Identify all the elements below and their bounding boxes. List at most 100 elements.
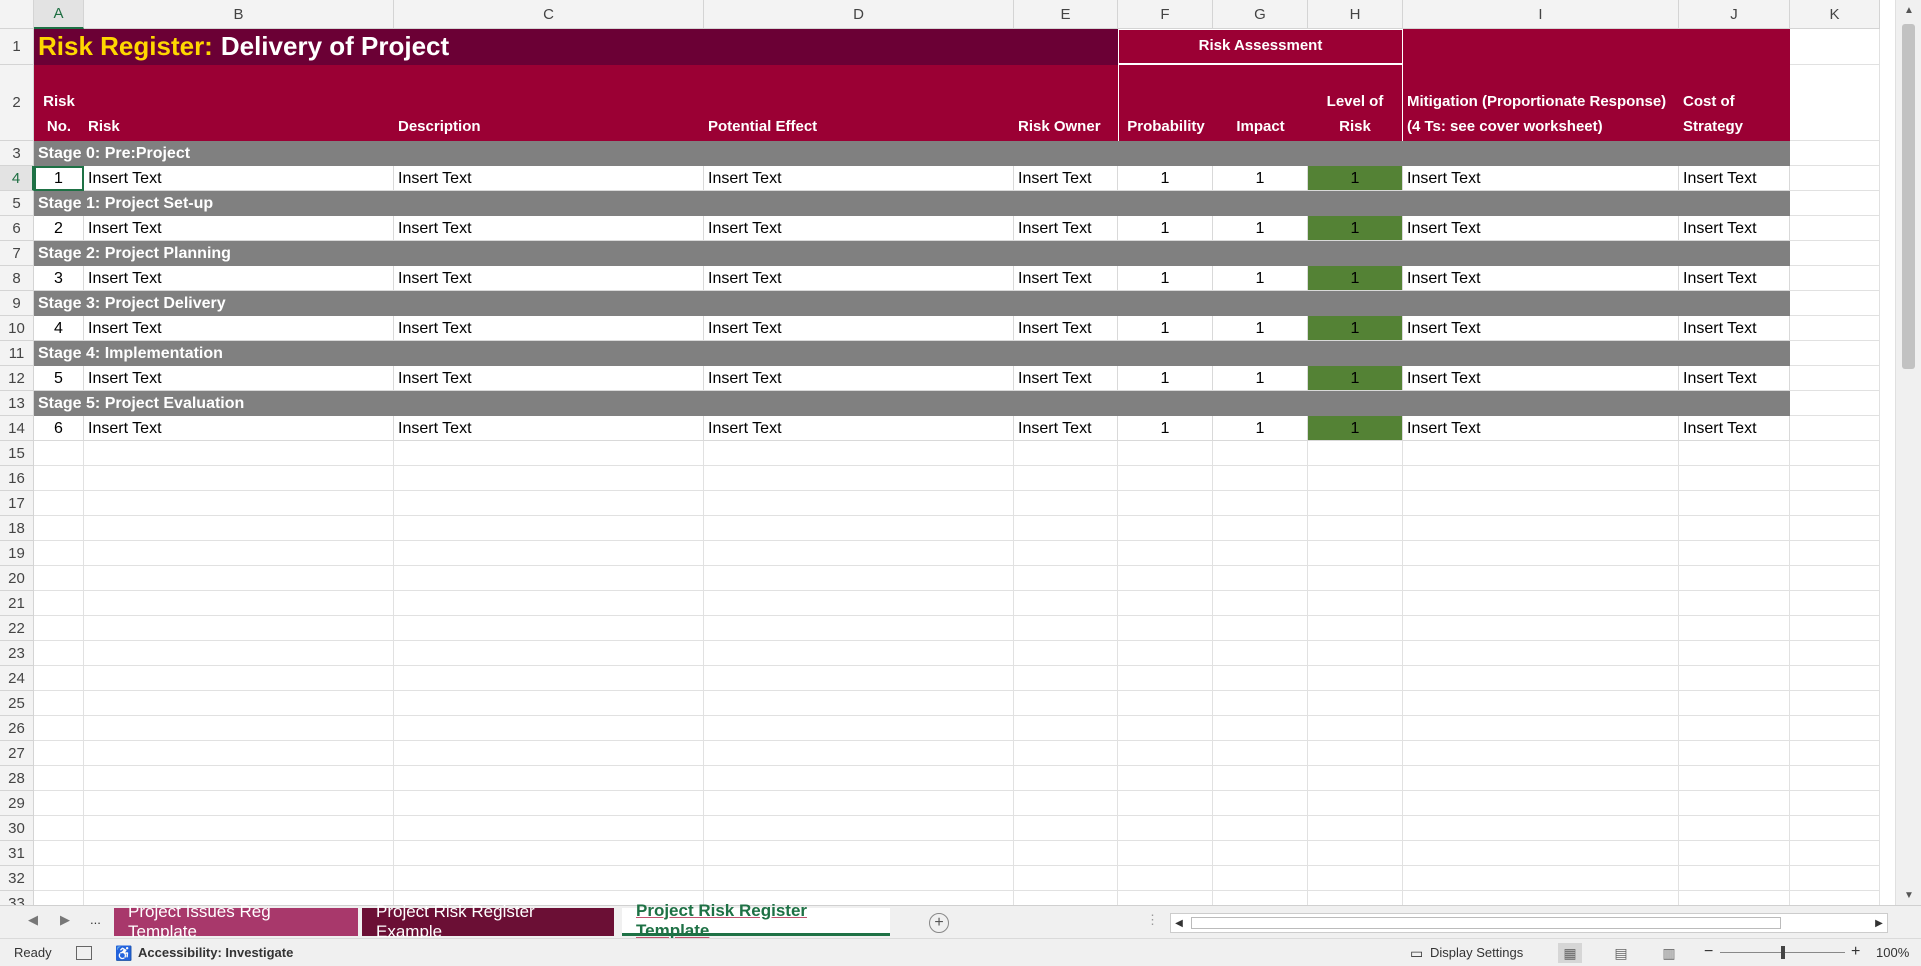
scroll-left-icon[interactable]: ◀ xyxy=(1171,914,1187,932)
cell[interactable] xyxy=(1679,766,1790,791)
cell[interactable] xyxy=(1403,866,1679,891)
cell[interactable] xyxy=(84,766,394,791)
cell[interactable] xyxy=(84,691,394,716)
cell[interactable] xyxy=(1403,616,1679,641)
cell[interactable] xyxy=(1679,891,1790,905)
cell[interactable] xyxy=(1118,516,1213,541)
cell[interactable] xyxy=(1790,391,1880,416)
column-header-h[interactable]: H xyxy=(1308,0,1403,29)
cell[interactable] xyxy=(1790,691,1880,716)
scroll-up-icon[interactable]: ▲ xyxy=(1896,0,1921,20)
cell[interactable] xyxy=(84,841,394,866)
cell[interactable] xyxy=(1790,841,1880,866)
cell[interactable] xyxy=(34,791,84,816)
cell[interactable] xyxy=(84,616,394,641)
zoom-out-button[interactable]: − xyxy=(1704,943,1713,961)
risk-number-cell[interactable]: 6 xyxy=(34,416,84,441)
selected-cell[interactable]: 1 xyxy=(34,166,84,191)
tab-project-risk-register-example[interactable]: Project Risk Register Example xyxy=(362,902,614,941)
cell[interactable] xyxy=(1403,691,1679,716)
risk-number-cell[interactable]: 5 xyxy=(34,366,84,391)
cell[interactable] xyxy=(1308,666,1403,691)
cell[interactable] xyxy=(34,566,84,591)
row-header-5[interactable]: 5 xyxy=(0,191,34,216)
tab-prev-icon[interactable]: ◀ xyxy=(28,912,38,928)
cell[interactable] xyxy=(1679,816,1790,841)
impact-cell[interactable]: 1 xyxy=(1213,266,1308,291)
cell[interactable] xyxy=(1014,841,1118,866)
cell[interactable] xyxy=(1118,791,1213,816)
spreadsheet-area[interactable]: A B C D E F G H I J K 1 2 3 4 5 6 7 8 9 10 11 12 13 14 15 16 17 18 19… xyxy=(0,0,1921,905)
cell[interactable] xyxy=(704,816,1014,841)
cell[interactable] xyxy=(1118,541,1213,566)
cell[interactable] xyxy=(34,841,84,866)
cell[interactable] xyxy=(704,491,1014,516)
cell[interactable] xyxy=(1308,641,1403,666)
cell[interactable] xyxy=(84,566,394,591)
row-header-24[interactable]: 24 xyxy=(0,666,34,691)
risk-owner-cell[interactable]: Insert Text xyxy=(1014,366,1118,391)
cell[interactable] xyxy=(1679,791,1790,816)
row-header-21[interactable]: 21 xyxy=(0,591,34,616)
scroll-right-icon[interactable]: ▶ xyxy=(1871,914,1887,932)
cell[interactable] xyxy=(1014,641,1118,666)
row-header-29[interactable]: 29 xyxy=(0,791,34,816)
cell[interactable] xyxy=(1790,141,1880,166)
cost-of-strategy-cell[interactable]: Insert Text xyxy=(1679,166,1790,191)
cell[interactable] xyxy=(1118,466,1213,491)
potential-effect-cell[interactable]: Insert Text xyxy=(704,266,1014,291)
cell[interactable] xyxy=(394,716,704,741)
cell[interactable] xyxy=(1014,591,1118,616)
add-sheet-icon[interactable]: + xyxy=(929,913,949,933)
row-header-25[interactable]: 25 xyxy=(0,691,34,716)
cell[interactable] xyxy=(1403,791,1679,816)
cell[interactable] xyxy=(1213,716,1308,741)
cell[interactable] xyxy=(1014,616,1118,641)
cell[interactable] xyxy=(1308,841,1403,866)
row-header-9[interactable]: 9 xyxy=(0,291,34,316)
cell[interactable] xyxy=(394,841,704,866)
tab-project-risk-register-template[interactable]: Project Risk Register Template xyxy=(622,901,890,940)
cell[interactable] xyxy=(34,441,84,466)
cell[interactable] xyxy=(1014,566,1118,591)
cell[interactable] xyxy=(1308,541,1403,566)
cell[interactable] xyxy=(1403,741,1679,766)
accessibility-status[interactable]: Accessibility: Investigate xyxy=(138,945,293,960)
display-settings-button[interactable]: Display Settings xyxy=(1430,945,1523,960)
level-of-risk-cell[interactable]: 1 xyxy=(1308,416,1403,441)
tab-project-issues-reg-template[interactable]: Project Issues Reg Template xyxy=(114,902,358,941)
cell[interactable] xyxy=(34,541,84,566)
cell[interactable] xyxy=(394,541,704,566)
normal-view-icon[interactable]: ▦ xyxy=(1558,943,1582,963)
cell[interactable] xyxy=(394,641,704,666)
cell[interactable] xyxy=(1118,891,1213,905)
cell[interactable] xyxy=(704,441,1014,466)
description-cell[interactable]: Insert Text xyxy=(394,166,704,191)
column-header-b[interactable]: B xyxy=(84,0,394,29)
row-header-8[interactable]: 8 xyxy=(0,266,34,291)
impact-cell[interactable]: 1 xyxy=(1213,316,1308,341)
cell[interactable] xyxy=(1213,491,1308,516)
cell[interactable] xyxy=(1014,491,1118,516)
scroll-down-icon[interactable]: ▼ xyxy=(1896,885,1921,905)
cell[interactable] xyxy=(1679,516,1790,541)
cell[interactable] xyxy=(704,591,1014,616)
cell[interactable] xyxy=(1403,466,1679,491)
column-header-k[interactable]: K xyxy=(1790,0,1880,29)
cell[interactable] xyxy=(1403,516,1679,541)
cell[interactable] xyxy=(704,516,1014,541)
cell[interactable] xyxy=(1679,641,1790,666)
risk-cell[interactable]: Insert Text xyxy=(84,316,394,341)
potential-effect-cell[interactable]: Insert Text xyxy=(704,216,1014,241)
cell[interactable] xyxy=(1679,491,1790,516)
cell[interactable] xyxy=(1790,541,1880,566)
cell[interactable] xyxy=(84,641,394,666)
cell[interactable] xyxy=(704,791,1014,816)
description-cell[interactable]: Insert Text xyxy=(394,366,704,391)
cell[interactable] xyxy=(1118,441,1213,466)
tab-next-icon[interactable]: ▶ xyxy=(60,912,70,928)
cell[interactable] xyxy=(1014,741,1118,766)
level-of-risk-cell[interactable]: 1 xyxy=(1308,316,1403,341)
cell[interactable] xyxy=(394,766,704,791)
description-cell[interactable]: Insert Text xyxy=(394,316,704,341)
